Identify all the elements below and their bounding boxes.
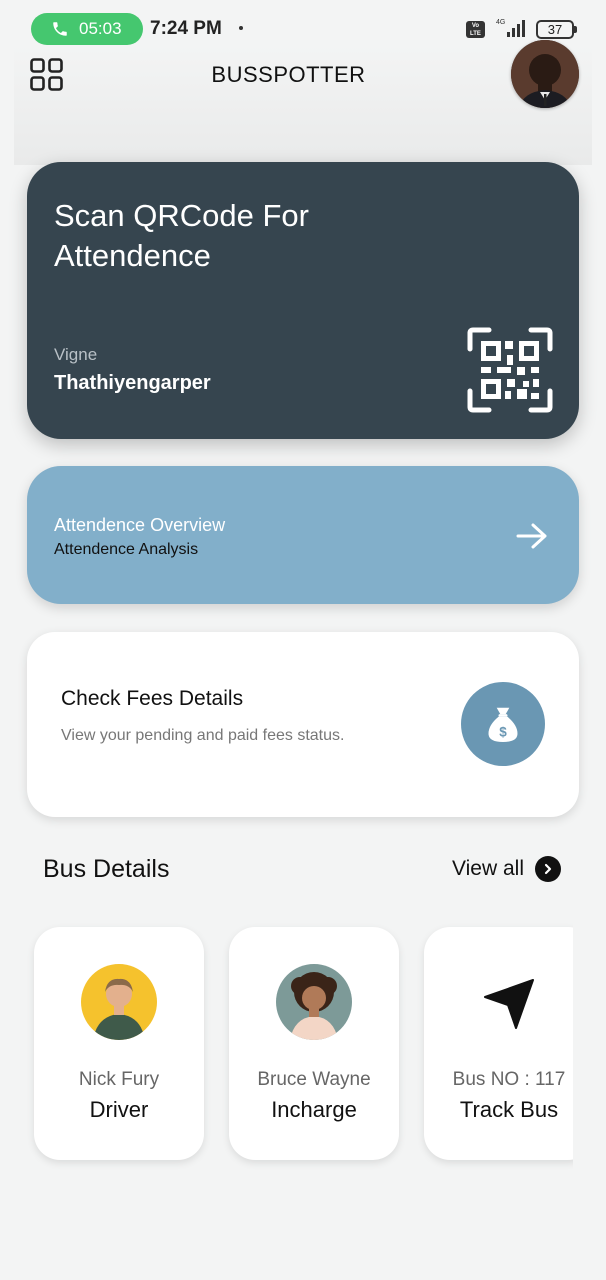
incharge-name: Bruce Wayne <box>257 1069 371 1090</box>
fees-details-card[interactable]: Check Fees Details View your pending and… <box>27 632 579 817</box>
bus-card-driver[interactable]: Nick Fury Driver <box>34 927 204 1160</box>
notification-dot <box>239 26 243 30</box>
qr-code-icon[interactable] <box>467 327 553 413</box>
money-bag-icon: $ <box>461 682 545 766</box>
fees-subtitle: View your pending and paid fees status. <box>61 727 345 744</box>
incharge-role: Incharge <box>271 1097 357 1122</box>
svg-text:$: $ <box>499 725 507 740</box>
network-label: 4G <box>496 19 505 26</box>
bus-details-carousel[interactable]: Nick Fury Driver Bruce Wayne Incharge Bu… <box>0 920 573 1170</box>
clock: 7:24 PM <box>150 18 222 39</box>
incharge-avatar <box>276 964 352 1040</box>
user-first-name: Vigne <box>54 345 98 364</box>
bus-details-title: Bus Details <box>43 855 170 883</box>
bus-card-incharge[interactable]: Bruce Wayne Incharge <box>229 927 399 1160</box>
call-timer: 05:03 <box>79 19 122 38</box>
attendance-overview-card[interactable]: Attendence Overview Attendence Analysis <box>27 466 579 604</box>
bus-number: Bus NO : 117 <box>452 1069 566 1090</box>
fees-title: Check Fees Details <box>61 687 244 710</box>
overview-title: Attendence Overview <box>54 515 226 535</box>
ongoing-call-pill[interactable]: 05:03 <box>31 13 143 45</box>
driver-avatar <box>81 964 157 1040</box>
chevron-right-icon <box>534 856 561 882</box>
view-all-link[interactable]: View all <box>452 856 561 882</box>
view-all-label: View all <box>452 857 524 880</box>
arrow-right-icon[interactable] <box>515 522 549 550</box>
phone-icon <box>53 22 67 36</box>
profile-avatar[interactable] <box>511 40 579 108</box>
driver-role: Driver <box>89 1097 149 1122</box>
app-title: BUSSPOTTER <box>211 62 366 87</box>
battery-indicator: 37 <box>536 20 577 39</box>
track-bus-label: Track Bus <box>459 1097 559 1122</box>
navigation-arrow-icon <box>471 964 547 1040</box>
bus-card-track[interactable]: Bus NO : 117 Track Bus <box>424 927 573 1160</box>
driver-name: Nick Fury <box>78 1069 160 1090</box>
user-last-name: Thathiyengarper <box>54 372 211 394</box>
signal-icon: 4G <box>496 19 525 37</box>
scan-qr-card[interactable]: Scan QRCode For Attendence Vigne Thathiy… <box>27 162 579 439</box>
profile-photo <box>511 40 579 108</box>
overview-subtitle: Attendence Analysis <box>54 541 199 558</box>
volte-icon: Vo LTE <box>466 21 485 38</box>
scan-card-title: Scan QRCode For Attendence <box>54 198 309 273</box>
